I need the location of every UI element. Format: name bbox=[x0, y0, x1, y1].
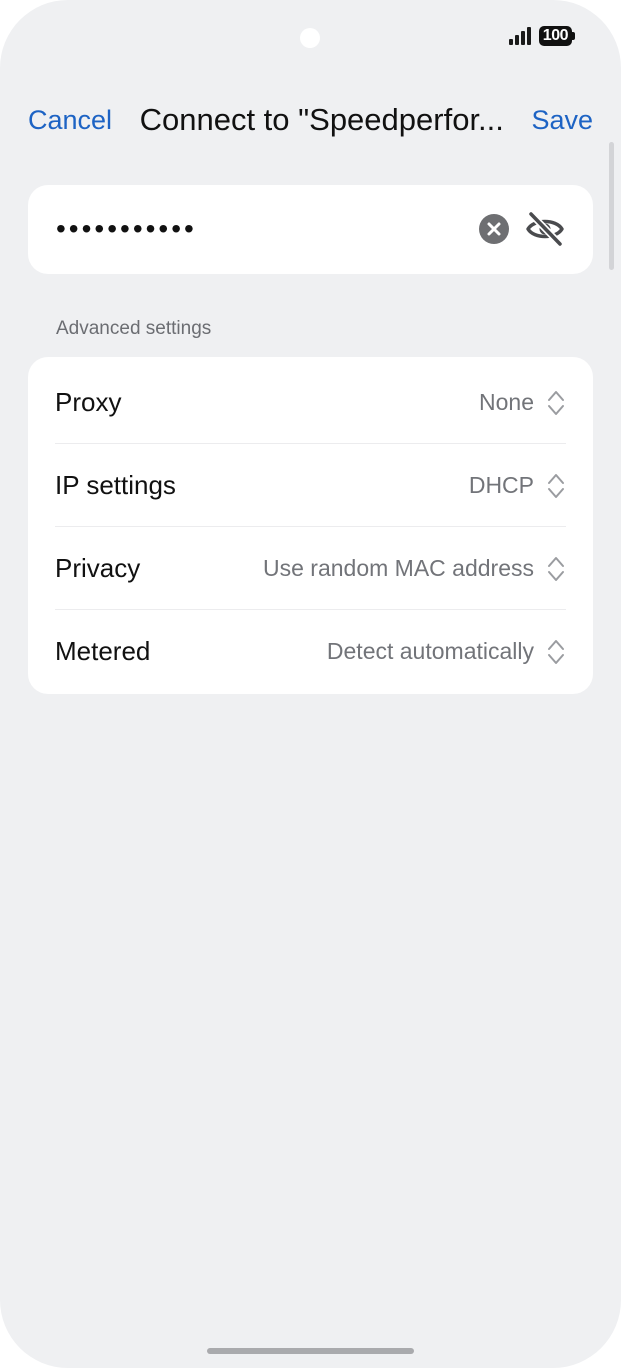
scrollbar[interactable] bbox=[609, 142, 614, 270]
advanced-settings-card: Proxy None IP settings DHCP Privacy Use bbox=[28, 357, 593, 694]
front-camera bbox=[300, 28, 320, 48]
eye-off-icon[interactable] bbox=[525, 210, 565, 248]
setting-row-metered[interactable]: Metered Detect automatically bbox=[55, 610, 566, 693]
up-down-chevron-icon bbox=[548, 473, 564, 498]
setting-value: Use random MAC address bbox=[263, 555, 534, 581]
battery-level: 100 bbox=[538, 26, 572, 46]
phone-screen: 100 Cancel Connect to "Speedperfor... Sa… bbox=[0, 0, 621, 1368]
clear-icon[interactable] bbox=[478, 213, 510, 245]
setting-row-privacy[interactable]: Privacy Use random MAC address bbox=[55, 527, 566, 610]
setting-value: Detect automatically bbox=[326, 638, 534, 664]
top-bar: Cancel Connect to "Speedperfor... Save bbox=[0, 90, 621, 150]
battery-icon: 100 bbox=[538, 26, 575, 46]
up-down-chevron-icon bbox=[548, 390, 564, 415]
signal-bars-icon bbox=[508, 27, 531, 45]
status-bar: 100 bbox=[508, 25, 575, 47]
save-button[interactable]: Save bbox=[531, 105, 593, 136]
section-label: Advanced settings bbox=[56, 318, 212, 339]
setting-row-proxy[interactable]: Proxy None bbox=[55, 361, 566, 444]
setting-value: DHCP bbox=[468, 472, 534, 498]
setting-label: Metered bbox=[55, 636, 151, 666]
setting-row-ip-settings[interactable]: IP settings DHCP bbox=[55, 444, 566, 527]
page-title: Connect to "Speedperfor... bbox=[139, 102, 504, 137]
up-down-chevron-icon bbox=[548, 639, 564, 664]
cancel-button[interactable]: Cancel bbox=[28, 105, 112, 136]
up-down-chevron-icon bbox=[548, 556, 564, 581]
home-indicator[interactable] bbox=[207, 1348, 414, 1354]
setting-value: None bbox=[479, 389, 534, 415]
setting-label: Privacy bbox=[55, 553, 141, 583]
password-value[interactable]: ••••••••••• bbox=[56, 213, 197, 245]
setting-label: Proxy bbox=[55, 387, 122, 417]
password-field[interactable]: ••••••••••• bbox=[28, 185, 593, 274]
setting-label: IP settings bbox=[55, 470, 176, 500]
